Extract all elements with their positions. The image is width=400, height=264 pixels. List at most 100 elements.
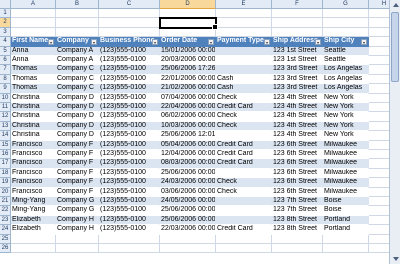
grid-cell[interactable] xyxy=(56,244,99,254)
grid-cell[interactable] xyxy=(99,27,160,38)
table-cell[interactable]: New York xyxy=(323,131,369,141)
scroll-up-icon[interactable] xyxy=(393,3,399,7)
grid-cell[interactable] xyxy=(272,27,323,38)
grid-cell[interactable] xyxy=(272,9,323,19)
table-cell[interactable]: 123 4th Street xyxy=(272,131,323,141)
table-cell[interactable]: 123 6th Street xyxy=(272,159,323,169)
table-cell[interactable]: Credit Card xyxy=(216,159,272,169)
table-cell[interactable]: 123 4th Street xyxy=(272,93,323,103)
table-cell[interactable]: 22/03/2006 00:00 xyxy=(160,225,216,235)
table-cell[interactable]: Boise xyxy=(323,197,369,207)
table-cell[interactable]: Company C xyxy=(56,84,99,94)
table-cell[interactable]: 25/06/2006 17:26 xyxy=(160,65,216,75)
table-cell[interactable]: (123)555-0100 xyxy=(99,65,160,75)
row-header-7[interactable]: 7 xyxy=(0,65,11,75)
table-cell[interactable]: 10/03/2006 00:00 xyxy=(160,121,216,132)
table-cell[interactable]: Milwaukee xyxy=(323,178,369,188)
table-cell[interactable]: 123 3rd Street xyxy=(272,84,323,94)
table-cell[interactable]: 123 3rd Street xyxy=(272,65,323,75)
table-cell[interactable]: (123)555-0100 xyxy=(99,150,160,160)
table-cell[interactable]: (123)555-0100 xyxy=(99,46,160,56)
scrollbar-thumb[interactable] xyxy=(391,12,399,82)
table-cell[interactable]: Company D xyxy=(56,93,99,103)
grid-cell[interactable] xyxy=(11,18,56,28)
table-cell[interactable]: Thomas xyxy=(11,84,56,94)
table-cell[interactable]: (123)555-0100 xyxy=(99,103,160,113)
row-header-4[interactable]: 4 xyxy=(0,37,11,47)
table-cell[interactable]: 20/03/2006 00:00 xyxy=(160,56,216,66)
table-header-cell[interactable]: Ship Address xyxy=(272,37,323,47)
table-cell[interactable]: Company H xyxy=(56,225,99,235)
row-header-19[interactable]: 19 xyxy=(0,178,11,188)
row-header-21[interactable]: 21 xyxy=(0,197,11,207)
table-cell[interactable]: Company A xyxy=(56,56,99,66)
table-cell[interactable]: 07/04/2006 00:00 xyxy=(160,93,216,103)
table-cell[interactable]: Milwaukee xyxy=(323,150,369,160)
filter-dropdown-icon[interactable] xyxy=(264,39,270,46)
grid-cell[interactable] xyxy=(56,27,99,38)
table-cell[interactable]: Check xyxy=(216,121,272,132)
row-header-11[interactable]: 11 xyxy=(0,103,11,113)
table-cell[interactable] xyxy=(216,168,272,179)
table-cell[interactable]: 24/03/2006 00:00 xyxy=(160,178,216,188)
table-cell[interactable]: (123)555-0100 xyxy=(99,56,160,66)
table-cell[interactable]: Credit Card xyxy=(216,103,272,113)
table-cell[interactable]: Cash xyxy=(216,84,272,94)
row-header-10[interactable]: 10 xyxy=(0,93,11,103)
table-cell[interactable]: Francisco xyxy=(11,150,56,160)
table-cell[interactable]: 24/05/2006 00:00 xyxy=(160,197,216,207)
table-cell[interactable]: Milwaukee xyxy=(323,140,369,150)
table-cell[interactable]: (123)555-0100 xyxy=(99,206,160,216)
grid-cell[interactable] xyxy=(11,234,56,244)
table-cell[interactable]: (123)555-0100 xyxy=(99,131,160,141)
table-cell[interactable]: Christina xyxy=(11,131,56,141)
column-header-e[interactable]: E xyxy=(216,0,272,9)
table-cell[interactable]: 22/04/2006 00:00 xyxy=(160,103,216,113)
grid-cell[interactable] xyxy=(323,9,369,19)
grid-cell[interactable] xyxy=(160,234,216,244)
table-cell[interactable]: Christina xyxy=(11,112,56,122)
table-cell[interactable]: Boise xyxy=(323,206,369,216)
table-cell[interactable]: 12/04/2006 00:00 xyxy=(160,150,216,160)
row-header-23[interactable]: 23 xyxy=(0,215,11,226)
table-cell[interactable]: Portland xyxy=(323,215,369,226)
table-header-cell[interactable]: Business Phone xyxy=(99,37,160,47)
table-header-cell[interactable]: Company xyxy=(56,37,99,47)
vertical-scrollbar[interactable] xyxy=(389,0,400,264)
table-cell[interactable]: (123)555-0100 xyxy=(99,112,160,122)
column-header-b[interactable]: B xyxy=(56,0,99,9)
row-header-3[interactable]: 3 xyxy=(0,27,11,38)
table-cell[interactable]: 123 6th Street xyxy=(272,168,323,179)
table-cell[interactable]: Company F xyxy=(56,168,99,179)
table-cell[interactable]: (123)555-0100 xyxy=(99,215,160,226)
row-header-6[interactable]: 6 xyxy=(0,56,11,66)
table-cell[interactable]: 22/01/2006 00:00 xyxy=(160,74,216,85)
grid-cell[interactable] xyxy=(99,9,160,19)
grid-cell[interactable] xyxy=(323,18,369,28)
filter-dropdown-icon[interactable] xyxy=(315,39,321,46)
table-cell[interactable]: (123)555-0100 xyxy=(99,159,160,169)
table-cell[interactable]: 25/06/2006 00:00 xyxy=(160,168,216,179)
table-cell[interactable]: 05/04/2006 00:00 xyxy=(160,140,216,150)
table-cell[interactable]: 08/03/2006 00:00 xyxy=(160,159,216,169)
row-header-8[interactable]: 8 xyxy=(0,74,11,85)
grid-cell[interactable] xyxy=(216,9,272,19)
row-header-12[interactable]: 12 xyxy=(0,112,11,122)
table-cell[interactable]: Company F xyxy=(56,150,99,160)
grid-cell[interactable] xyxy=(160,27,216,38)
table-cell[interactable]: Seattle xyxy=(323,56,369,66)
table-header-cell[interactable]: Order Date xyxy=(160,37,216,47)
grid-cell[interactable] xyxy=(99,18,160,28)
column-header-a[interactable]: A xyxy=(11,0,56,9)
row-header-9[interactable]: 9 xyxy=(0,84,11,94)
table-cell[interactable]: 03/06/2006 00:00 xyxy=(160,187,216,197)
table-cell[interactable]: 15/01/2006 00:00 xyxy=(160,46,216,56)
grid-cell[interactable] xyxy=(56,9,99,19)
table-cell[interactable]: Company G xyxy=(56,206,99,216)
table-cell[interactable]: Check xyxy=(216,178,272,188)
table-cell[interactable]: 123 6th Street xyxy=(272,150,323,160)
table-cell[interactable]: Los Angelas xyxy=(323,84,369,94)
table-cell[interactable]: Company C xyxy=(56,65,99,75)
table-cell[interactable]: (123)555-0100 xyxy=(99,121,160,132)
grid-cell[interactable] xyxy=(323,244,369,254)
